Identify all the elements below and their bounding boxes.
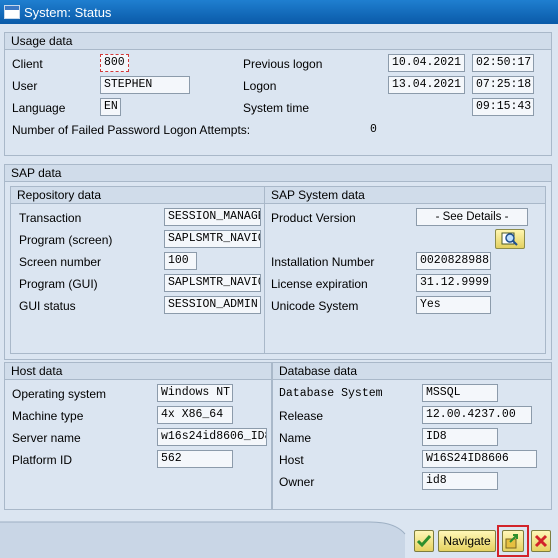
title-bar: System: Status bbox=[0, 0, 558, 24]
database-host-label: Host bbox=[279, 453, 304, 467]
gui-status-label: GUI status bbox=[19, 299, 76, 313]
host-data-header: Host data bbox=[5, 363, 271, 380]
license-expiration-field[interactable]: 31.12.9999 bbox=[416, 274, 491, 292]
installation-number-label: Installation Number bbox=[271, 255, 375, 269]
system-time-label: System time bbox=[243, 101, 310, 115]
details-button[interactable] bbox=[495, 229, 525, 249]
user-field[interactable]: STEPHEN bbox=[100, 76, 190, 94]
database-data-header: Database data bbox=[273, 363, 551, 380]
sap-system-data-header: SAP System data bbox=[265, 187, 545, 204]
language-field[interactable]: EN bbox=[100, 98, 121, 116]
operating-system-field[interactable]: Windows NT bbox=[157, 384, 233, 402]
database-name-field[interactable]: ID8 bbox=[422, 428, 498, 446]
confirm-button[interactable] bbox=[414, 530, 434, 552]
transaction-label: Transaction bbox=[19, 211, 82, 225]
database-name-label: Name bbox=[279, 431, 312, 445]
previous-logon-date-field[interactable]: 10.04.2021 bbox=[388, 54, 465, 72]
unicode-system-label: Unicode System bbox=[271, 299, 359, 313]
machine-type-label: Machine type bbox=[12, 409, 84, 423]
program-gui-label: Program (GUI) bbox=[19, 277, 98, 291]
database-system-field[interactable]: MSSQL bbox=[422, 384, 498, 402]
owner-label: Owner bbox=[279, 475, 315, 489]
license-expiration-label: License expiration bbox=[271, 277, 368, 291]
navigate-button[interactable]: Navigate bbox=[438, 530, 496, 552]
release-field[interactable]: 12.00.4237.00 bbox=[422, 406, 532, 424]
failed-logon-label: Number of Failed Password Logon Attempts… bbox=[12, 123, 251, 137]
usage-data-header: Usage data bbox=[5, 33, 551, 50]
server-name-field[interactable]: w16s24id8606_ID8_00 bbox=[157, 428, 267, 446]
machine-type-field[interactable]: 4x X86_64 bbox=[157, 406, 233, 424]
language-label: Language bbox=[12, 101, 66, 115]
program-screen-field[interactable]: SAPLSMTR_NAVIGATION bbox=[164, 230, 261, 248]
product-version-label: Product Version bbox=[271, 211, 356, 225]
logon-time-field[interactable]: 07:25:18 bbox=[472, 76, 534, 94]
system-time-field[interactable]: 09:15:43 bbox=[472, 98, 534, 116]
window-icon bbox=[4, 5, 20, 19]
repository-data-header: Repository data bbox=[11, 187, 265, 204]
export-arrow-icon bbox=[505, 534, 518, 549]
transaction-field[interactable]: SESSION_MANAGER bbox=[164, 208, 261, 226]
platform-id-field[interactable]: 562 bbox=[157, 450, 233, 468]
gui-status-field[interactable]: SESSION_ADMIN bbox=[164, 296, 261, 314]
cancel-button[interactable] bbox=[531, 530, 551, 552]
platform-id-label: Platform ID bbox=[12, 453, 73, 467]
continue-button[interactable] bbox=[502, 530, 524, 552]
sap-data-header: SAP data bbox=[5, 165, 551, 182]
magnifier-icon bbox=[501, 232, 518, 246]
program-screen-label: Program (screen) bbox=[19, 233, 113, 247]
product-version-field[interactable]: - See Details - bbox=[416, 208, 528, 226]
previous-logon-time-field[interactable]: 02:50:17 bbox=[472, 54, 534, 72]
client-field[interactable]: 800 bbox=[100, 54, 129, 72]
checkmark-icon bbox=[416, 535, 432, 548]
program-gui-field[interactable]: SAPLSMTR_NAVIGATION bbox=[164, 274, 261, 292]
previous-logon-label: Previous logon bbox=[243, 57, 323, 71]
owner-field[interactable]: id8 bbox=[422, 472, 498, 490]
database-host-field[interactable]: W16S24ID8606 bbox=[422, 450, 537, 468]
release-label: Release bbox=[279, 409, 324, 423]
dialog-body: Usage data Client 800 User STEPHEN Langu… bbox=[0, 24, 558, 558]
server-name-label: Server name bbox=[12, 431, 81, 445]
failed-logon-value: 0 bbox=[370, 123, 377, 136]
window-title: System: Status bbox=[24, 4, 112, 20]
screen-number-label: Screen number bbox=[19, 255, 102, 269]
user-label: User bbox=[12, 79, 38, 93]
close-icon bbox=[534, 534, 548, 548]
screen-number-field[interactable]: 100 bbox=[164, 252, 197, 270]
database-system-label: Database System bbox=[279, 387, 383, 400]
installation-number-field[interactable]: 0020828988 bbox=[416, 252, 491, 270]
unicode-system-field[interactable]: Yes bbox=[416, 296, 491, 314]
logon-date-field[interactable]: 13.04.2021 bbox=[388, 76, 465, 94]
logon-label: Logon bbox=[243, 79, 277, 93]
operating-system-label: Operating system bbox=[12, 387, 107, 401]
client-label: Client bbox=[12, 57, 43, 71]
